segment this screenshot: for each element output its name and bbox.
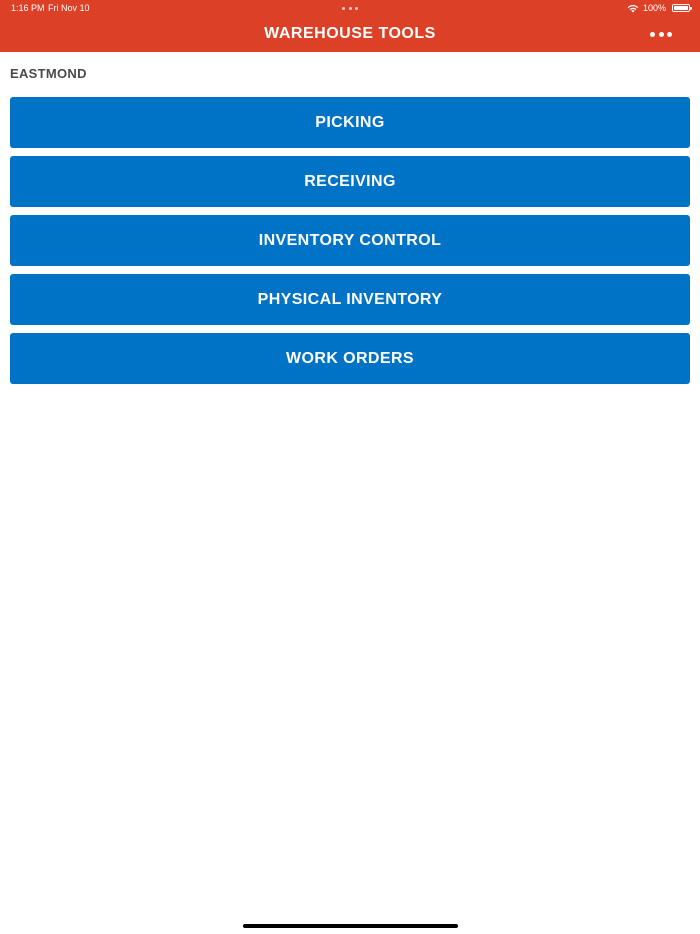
home-indicator[interactable] xyxy=(243,924,458,928)
picking-button[interactable]: PICKING xyxy=(10,97,690,148)
app-header: 1:16 PM Fri Nov 10 100% WAREHOUSE TOOLS xyxy=(0,0,700,52)
work-orders-button[interactable]: WORK ORDERS xyxy=(10,333,690,384)
receiving-button[interactable]: RECEIVING xyxy=(10,156,690,207)
page-title: WAREHOUSE TOOLS xyxy=(264,25,436,42)
status-date: Fri Nov 10 xyxy=(48,3,90,13)
battery-icon xyxy=(672,4,692,12)
inventory-control-button[interactable]: INVENTORY CONTROL xyxy=(10,215,690,266)
status-time: 1:16 PM xyxy=(11,3,45,13)
app-screen: 1:16 PM Fri Nov 10 100% WAREHOUSE TOOLS … xyxy=(0,0,700,934)
more-options-icon[interactable] xyxy=(650,28,672,40)
battery-percentage: 100% xyxy=(642,3,666,13)
wifi-icon xyxy=(627,4,639,13)
multitasking-dots-icon[interactable] xyxy=(342,6,358,10)
status-indicators: 100% xyxy=(627,0,692,16)
location-label: EASTMOND xyxy=(10,66,87,81)
main-menu: PICKING RECEIVING INVENTORY CONTROL PHYS… xyxy=(10,97,690,392)
physical-inventory-button[interactable]: PHYSICAL INVENTORY xyxy=(10,274,690,325)
status-bar: 1:16 PM Fri Nov 10 100% xyxy=(0,0,700,16)
